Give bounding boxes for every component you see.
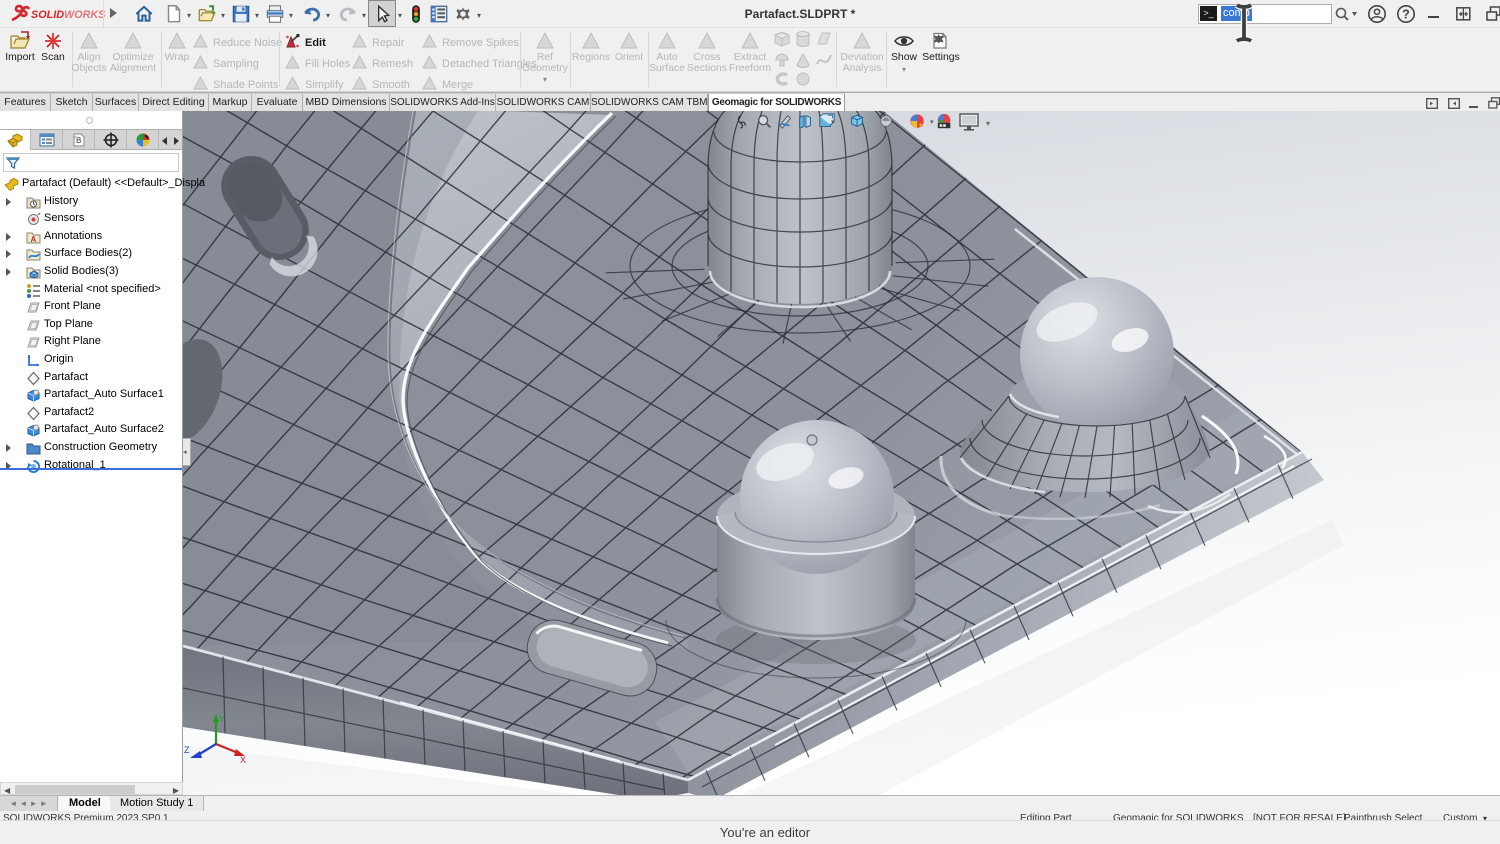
svg-text:Y: Y: [219, 714, 225, 724]
svg-text:Z: Z: [184, 745, 190, 755]
svg-text:X: X: [240, 755, 246, 765]
svg-text:A: A: [31, 235, 37, 244]
svg-text:SOLIDWORKS: SOLIDWORKS: [31, 9, 106, 21]
svg-text:?: ?: [1402, 8, 1410, 22]
